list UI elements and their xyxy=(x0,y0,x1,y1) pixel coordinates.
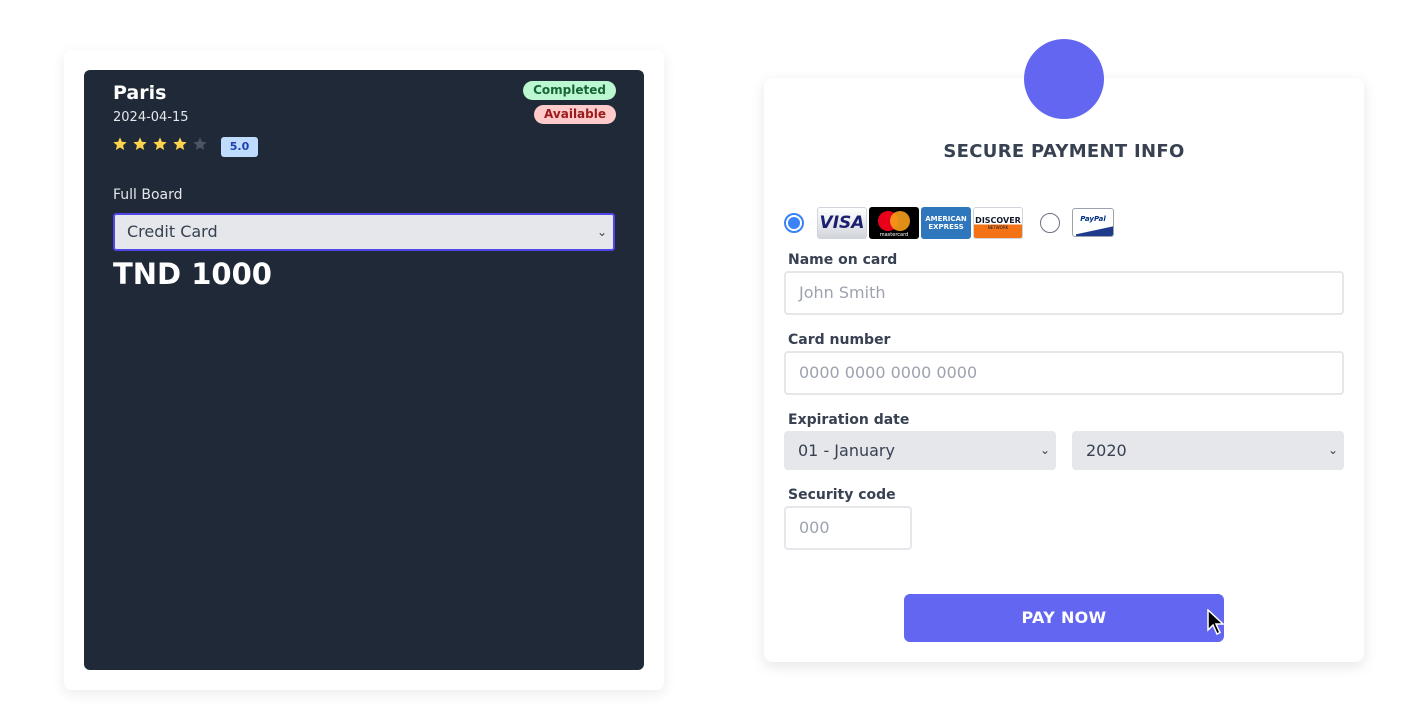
booking-card-wrapper: Paris 2024-04-15 5.0 Completed Available… xyxy=(64,50,664,690)
rating-badge: 5.0 xyxy=(221,137,258,157)
pay-now-button[interactable]: PAY NOW xyxy=(904,594,1224,642)
booking-card: Paris 2024-04-15 5.0 Completed Available… xyxy=(84,70,644,670)
payment-method-select[interactable]: Credit Card ⌄ xyxy=(113,213,615,251)
status-badge-available: Available xyxy=(534,105,616,124)
price: TND 1000 xyxy=(113,257,272,291)
avatar xyxy=(1024,39,1104,119)
expiration-date-label: Expiration date xyxy=(788,412,910,428)
exp-year-select[interactable]: 2020 ⌄ xyxy=(1072,431,1344,470)
booking-date: 2024-04-15 xyxy=(113,110,189,125)
discover-logo-icon: DISCOVER NETWORK xyxy=(973,207,1023,239)
chevron-down-icon: ⌄ xyxy=(1327,443,1338,457)
status-badge-completed: Completed xyxy=(523,81,616,100)
star-rating xyxy=(112,136,208,152)
paypal-logo-icon: PayPal xyxy=(1072,208,1114,237)
card-method-radio[interactable] xyxy=(784,213,804,233)
mastercard-logo-icon: mastercard xyxy=(869,207,919,239)
exp-month-value: 01 - January xyxy=(798,441,895,460)
name-on-card-input[interactable]: John Smith xyxy=(784,271,1344,315)
board-label: Full Board xyxy=(113,187,183,203)
star-icon xyxy=(113,137,127,150)
star-icon xyxy=(193,137,207,150)
city-title: Paris xyxy=(113,82,167,104)
security-code-input[interactable]: 000 xyxy=(784,506,912,550)
star-icon xyxy=(133,137,147,150)
card-number-input[interactable]: 0000 0000 0000 0000 xyxy=(784,351,1344,395)
card-number-label: Card number xyxy=(788,332,891,348)
visa-logo-icon: VISA xyxy=(817,207,867,239)
exp-month-select[interactable]: 01 - January ⌄ xyxy=(784,431,1056,470)
amex-logo-icon: AMERICAN EXPRESS xyxy=(921,207,971,239)
chevron-down-icon: ⌄ xyxy=(596,225,607,239)
payment-method-value: Credit Card xyxy=(127,222,218,241)
page-title: SECURE PAYMENT INFO xyxy=(943,141,1185,162)
chevron-down-icon: ⌄ xyxy=(1039,443,1050,457)
star-icon xyxy=(153,137,167,150)
paypal-method-radio[interactable] xyxy=(1040,213,1060,233)
security-code-label: Security code xyxy=(788,487,896,503)
mouse-cursor-icon xyxy=(1207,609,1225,635)
exp-year-value: 2020 xyxy=(1086,441,1127,460)
name-on-card-label: Name on card xyxy=(788,252,898,268)
star-icon xyxy=(173,137,187,150)
